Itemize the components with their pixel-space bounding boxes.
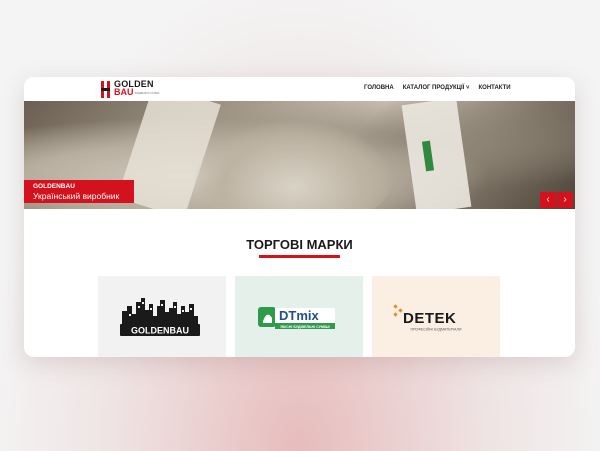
hero-subtitle: Український виробник — [33, 191, 120, 201]
hero-image-powder — [194, 121, 394, 209]
goldenbau-logo-icon: GOLDENBAU — [120, 298, 200, 336]
main-nav: ГОЛОВНА КАТАЛОГ ПРОДУКЦІЇ ˅ КОНТАКТИ — [364, 85, 511, 91]
brand-dtmix-name: DTmix — [279, 308, 320, 323]
browser-window: GOLDEN BAU БУДІВЕЛЬНІ СУМІШІ ГОЛОВНА КАТ… — [24, 77, 575, 357]
site-logo[interactable]: GOLDEN BAU БУДІВЕЛЬНІ СУМІШІ — [101, 80, 159, 98]
detek-logo-icon: DETEK ПРОФЕСІЙНІ БУДМАТЕРІАЛИ — [393, 304, 462, 332]
logo-tagline: БУДІВЕЛЬНІ СУМІШІ — [135, 92, 160, 95]
chevron-left-icon[interactable]: ‹ — [540, 192, 556, 208]
logo-mark-icon — [101, 80, 111, 98]
nav-catalog[interactable]: КАТАЛОГ ПРОДУКЦІЇ ˅ — [403, 85, 470, 91]
chevron-right-icon[interactable]: › — [557, 192, 573, 208]
hero-image-sack-right — [401, 101, 472, 209]
dtmix-logo-icon: DTmix ЯКІСНІ БУДІВЕЛЬНІ СУМІШІ — [258, 307, 335, 329]
hero-caption: GOLDENBAU Український виробник — [24, 180, 134, 203]
site-header: GOLDEN BAU БУДІВЕЛЬНІ СУМІШІ ГОЛОВНА КАТ… — [24, 77, 575, 101]
brand-detek-name: DETEK — [403, 310, 456, 327]
section-title: ТОРГОВІ МАРКИ — [246, 237, 353, 252]
nav-home[interactable]: ГОЛОВНА — [364, 85, 394, 91]
brand-card-detek[interactable]: DETEK ПРОФЕСІЙНІ БУДМАТЕРІАЛИ — [372, 276, 500, 357]
brand-card-dtmix[interactable]: DTmix ЯКІСНІ БУДІВЕЛЬНІ СУМІШІ — [235, 276, 363, 357]
hero-slider: GOLDENBAU Український виробник — [24, 101, 575, 209]
hero-brand: GOLDENBAU — [33, 183, 75, 190]
brand-card-goldenbau[interactable]: GOLDENBAU — [98, 276, 226, 357]
brand-goldenbau-name: GOLDENBAU — [131, 326, 189, 336]
brand-dtmix-tagline: ЯКІСНІ БУДІВЕЛЬНІ СУМІШІ — [280, 325, 329, 329]
nav-contacts[interactable]: КОНТАКТИ — [479, 85, 511, 91]
title-underline — [259, 255, 340, 258]
brand-detek-tagline: ПРОФЕСІЙНІ БУДМАТЕРІАЛИ — [411, 328, 462, 332]
